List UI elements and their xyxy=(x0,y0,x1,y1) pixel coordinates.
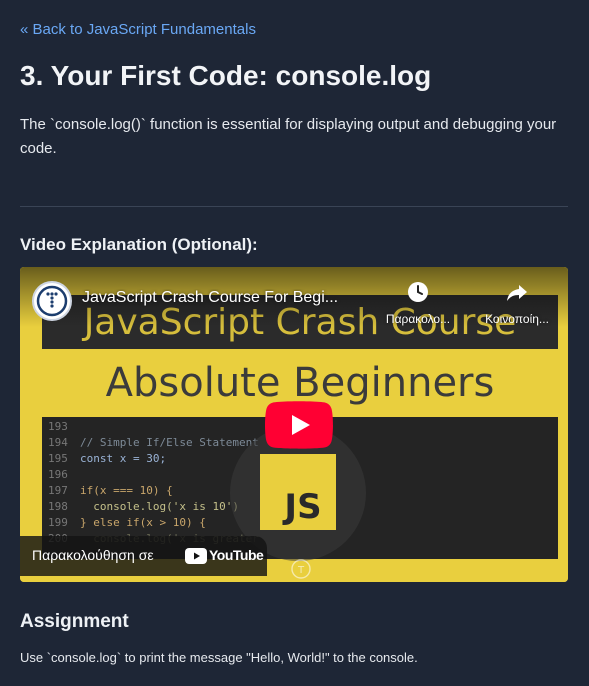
svg-text:T: T xyxy=(297,565,305,576)
assignment-heading: Assignment xyxy=(20,611,129,632)
code-line: if(x === 10) { xyxy=(80,484,173,497)
channel-avatar-icon[interactable] xyxy=(32,281,72,321)
code-line-number: 196 xyxy=(48,468,68,481)
back-link[interactable]: « Back to JavaScript Fundamentals xyxy=(20,21,256,38)
code-line: const x = 30; xyxy=(80,452,166,465)
share-button[interactable]: Κοινοποίη... xyxy=(477,281,557,326)
play-button[interactable] xyxy=(265,401,333,449)
lesson-intro: The `console.log()` function is essentia… xyxy=(20,116,557,157)
code-line-number: 197 xyxy=(48,484,68,497)
clock-icon xyxy=(408,282,428,302)
thumbnail-heading-line2: Absolute Beginners xyxy=(106,360,495,406)
code-line: // Simple If/Else Statement xyxy=(80,436,259,449)
share-icon xyxy=(507,285,527,301)
video-player[interactable]: JavaScript Crash Course Absolute Beginne… xyxy=(20,267,568,582)
code-line-number: 194 xyxy=(48,436,68,449)
code-line-number: 198 xyxy=(48,500,68,513)
divider xyxy=(20,206,568,207)
watch-on-youtube-button[interactable]: Παρακολούθηση σε YouTube xyxy=(20,536,267,576)
code-line: } else if(x > 10) { xyxy=(80,516,206,529)
assignment-text: Use `console.log` to print the message "… xyxy=(20,650,418,665)
code-line: console.log('x is 10') xyxy=(80,500,239,513)
youtube-wordmark: YouTube xyxy=(209,547,264,563)
page-title: 3. Your First Code: console.log xyxy=(20,60,432,91)
js-badge-text: JS xyxy=(282,487,321,527)
share-label: Κοινοποίη... xyxy=(485,312,549,326)
code-line-number: 199 xyxy=(48,516,68,529)
video-heading: Video Explanation (Optional): xyxy=(20,235,258,254)
watch-on-label: Παρακολούθηση σε xyxy=(32,547,154,563)
code-line-number: 193 xyxy=(48,420,68,433)
play-icon xyxy=(265,401,333,449)
video-title[interactable]: JavaScript Crash Course For Begi... xyxy=(82,289,382,307)
watch-later-button[interactable]: Παρακολο... xyxy=(378,281,458,326)
watch-later-label: Παρακολο... xyxy=(385,312,451,326)
code-line-number: 195 xyxy=(48,452,68,465)
